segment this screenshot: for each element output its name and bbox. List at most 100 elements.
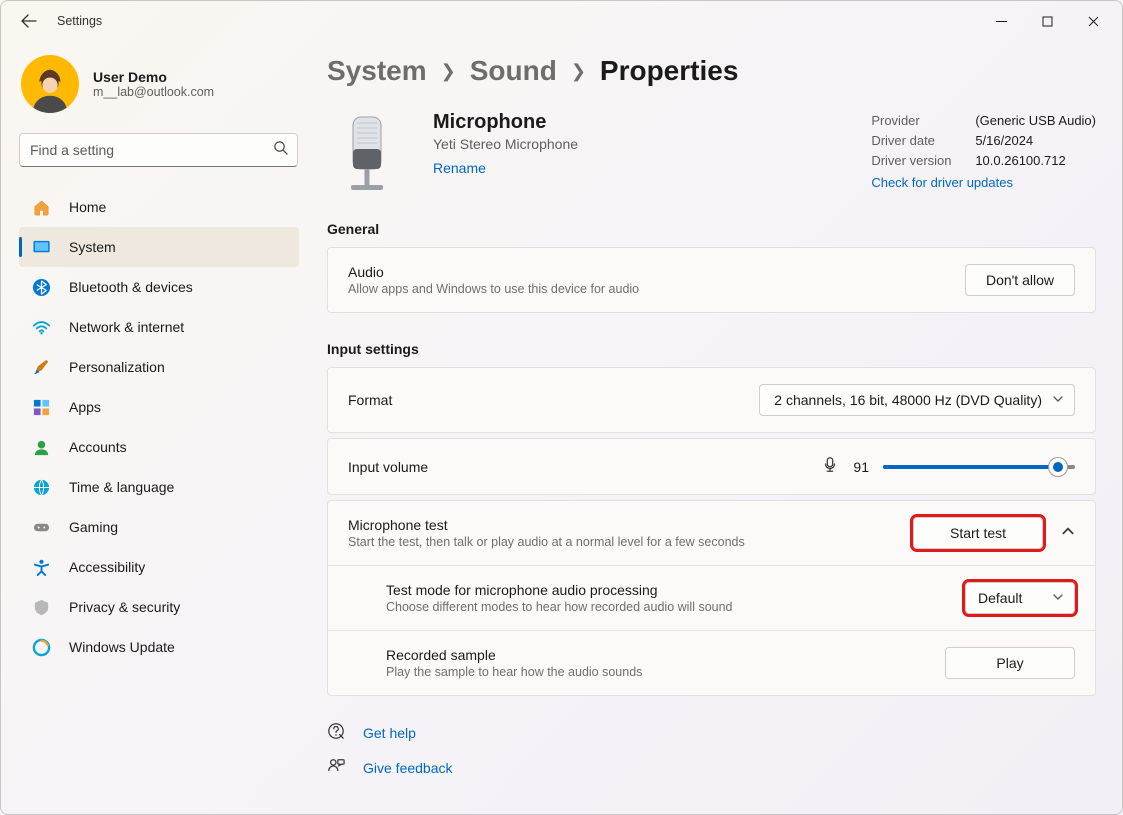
maximize-icon xyxy=(1042,16,1053,27)
nav-label: Accessibility xyxy=(69,559,145,575)
search-input[interactable] xyxy=(19,133,298,167)
nav-label: Privacy & security xyxy=(69,599,180,615)
format-select[interactable]: 2 channels, 16 bit, 48000 Hz (DVD Qualit… xyxy=(759,384,1075,416)
driver-date: 5/16/2024 xyxy=(975,131,1033,151)
test-mode-value: Default xyxy=(978,590,1022,606)
chevron-up-icon xyxy=(1061,524,1075,538)
search-field[interactable] xyxy=(19,133,298,167)
nav-label: Apps xyxy=(69,399,101,415)
format-card: Format 2 channels, 16 bit, 48000 Hz (DVD… xyxy=(327,367,1096,433)
volume-card: Input volume 91 xyxy=(327,438,1096,495)
give-feedback-link[interactable]: Give feedback xyxy=(327,757,1096,778)
nav-home[interactable]: Home xyxy=(19,187,299,227)
audio-row: Audio Allow apps and Windows to use this… xyxy=(328,248,1095,312)
nav-network[interactable]: Network & internet xyxy=(19,307,299,347)
dont-allow-button[interactable]: Don't allow xyxy=(965,264,1075,296)
sample-title: Recorded sample xyxy=(386,647,945,663)
chevron-down-icon xyxy=(1052,590,1064,606)
titlebar: Settings xyxy=(1,1,1122,41)
wifi-icon xyxy=(31,317,51,337)
close-icon xyxy=(1088,16,1099,27)
audio-sub: Allow apps and Windows to use this devic… xyxy=(348,282,965,296)
nav-accounts[interactable]: Accounts xyxy=(19,427,299,467)
nav-privacy[interactable]: Privacy & security xyxy=(19,587,299,627)
minimize-button[interactable] xyxy=(978,5,1024,37)
profile-email: m__lab@outlook.com xyxy=(93,85,214,99)
person-icon xyxy=(31,437,51,457)
brush-icon xyxy=(31,357,51,377)
test-mode-title: Test mode for microphone audio processin… xyxy=(386,582,965,598)
sidebar: User Demo m__lab@outlook.com Home System… xyxy=(1,41,309,814)
back-button[interactable] xyxy=(19,11,39,31)
input-cards: Format 2 channels, 16 bit, 48000 Hz (DVD… xyxy=(327,367,1096,696)
driver-provider: (Generic USB Audio) xyxy=(975,111,1096,131)
rename-link[interactable]: Rename xyxy=(433,160,486,176)
nav: Home System Bluetooth & devices Network … xyxy=(19,187,299,667)
nav-apps[interactable]: Apps xyxy=(19,387,299,427)
nav-label: Bluetooth & devices xyxy=(69,279,193,295)
get-help-label: Get help xyxy=(363,725,416,741)
profile-name: User Demo xyxy=(93,69,214,85)
profile[interactable]: User Demo m__lab@outlook.com xyxy=(19,55,299,113)
update-icon xyxy=(31,637,51,657)
apps-icon xyxy=(31,397,51,417)
nav-label: Windows Update xyxy=(69,639,175,655)
nav-bluetooth[interactable]: Bluetooth & devices xyxy=(19,267,299,307)
help-icon xyxy=(327,722,345,743)
nav-accessibility[interactable]: Accessibility xyxy=(19,547,299,587)
get-help-link[interactable]: Get help xyxy=(327,722,1096,743)
volume-row: Input volume 91 xyxy=(328,439,1095,494)
nav-label: Gaming xyxy=(69,519,118,535)
volume-value: 91 xyxy=(853,459,869,475)
nav-label: Personalization xyxy=(69,359,165,375)
crumb-system[interactable]: System xyxy=(327,55,427,87)
microphone-small-icon[interactable] xyxy=(821,455,839,478)
nav-system[interactable]: System xyxy=(19,227,299,267)
test-mode-select[interactable]: Default xyxy=(965,582,1075,614)
audio-title: Audio xyxy=(348,264,965,280)
system-icon xyxy=(31,237,51,257)
nav-update[interactable]: Windows Update xyxy=(19,627,299,667)
search-icon xyxy=(273,140,288,160)
avatar xyxy=(21,55,79,113)
breadcrumb: System ❯ Sound ❯ Properties xyxy=(327,55,1096,87)
driver-version: 10.0.26100.712 xyxy=(975,151,1065,171)
close-button[interactable] xyxy=(1070,5,1116,37)
test-mode-row: Test mode for microphone audio processin… xyxy=(328,566,1095,631)
device-titles: Microphone Yeti Stereo Microphone Rename xyxy=(433,111,578,201)
feedback-icon xyxy=(327,757,345,778)
input-heading: Input settings xyxy=(327,341,1096,357)
format-value: 2 channels, 16 bit, 48000 Hz (DVD Qualit… xyxy=(774,392,1042,408)
bluetooth-icon xyxy=(31,277,51,297)
start-test-button[interactable]: Start test xyxy=(913,517,1043,549)
device-icon xyxy=(327,111,407,201)
play-button[interactable]: Play xyxy=(945,647,1075,679)
shield-icon xyxy=(31,597,51,617)
give-feedback-label: Give feedback xyxy=(363,760,453,776)
nav-label: System xyxy=(69,239,116,255)
footer-links: Get help Give feedback xyxy=(327,722,1096,798)
check-driver-updates-link[interactable]: Check for driver updates xyxy=(871,175,1013,190)
crumb-sound[interactable]: Sound xyxy=(470,55,557,87)
maximize-button[interactable] xyxy=(1024,5,1070,37)
nav-personalization[interactable]: Personalization xyxy=(19,347,299,387)
crumb-properties: Properties xyxy=(600,55,739,87)
collapse-button[interactable] xyxy=(1061,524,1075,543)
chevron-right-icon: ❯ xyxy=(571,61,586,82)
general-heading: General xyxy=(327,221,1096,237)
window-controls xyxy=(978,5,1116,37)
recorded-sample-row: Recorded sample Play the sample to hear … xyxy=(328,631,1095,695)
nav-label: Accounts xyxy=(69,439,127,455)
volume-slider[interactable] xyxy=(883,457,1075,477)
home-icon xyxy=(31,197,51,217)
nav-gaming[interactable]: Gaming xyxy=(19,507,299,547)
driver-provider-label: Provider xyxy=(871,111,957,131)
minimize-icon xyxy=(996,16,1007,27)
accessibility-icon xyxy=(31,557,51,577)
mic-test-sub: Start the test, then talk or play audio … xyxy=(348,535,913,549)
chevron-down-icon xyxy=(1052,392,1064,408)
microphone-icon xyxy=(337,115,397,201)
general-card: Audio Allow apps and Windows to use this… xyxy=(327,247,1096,313)
nav-time[interactable]: Time & language xyxy=(19,467,299,507)
mic-test-title: Microphone test xyxy=(348,517,913,533)
